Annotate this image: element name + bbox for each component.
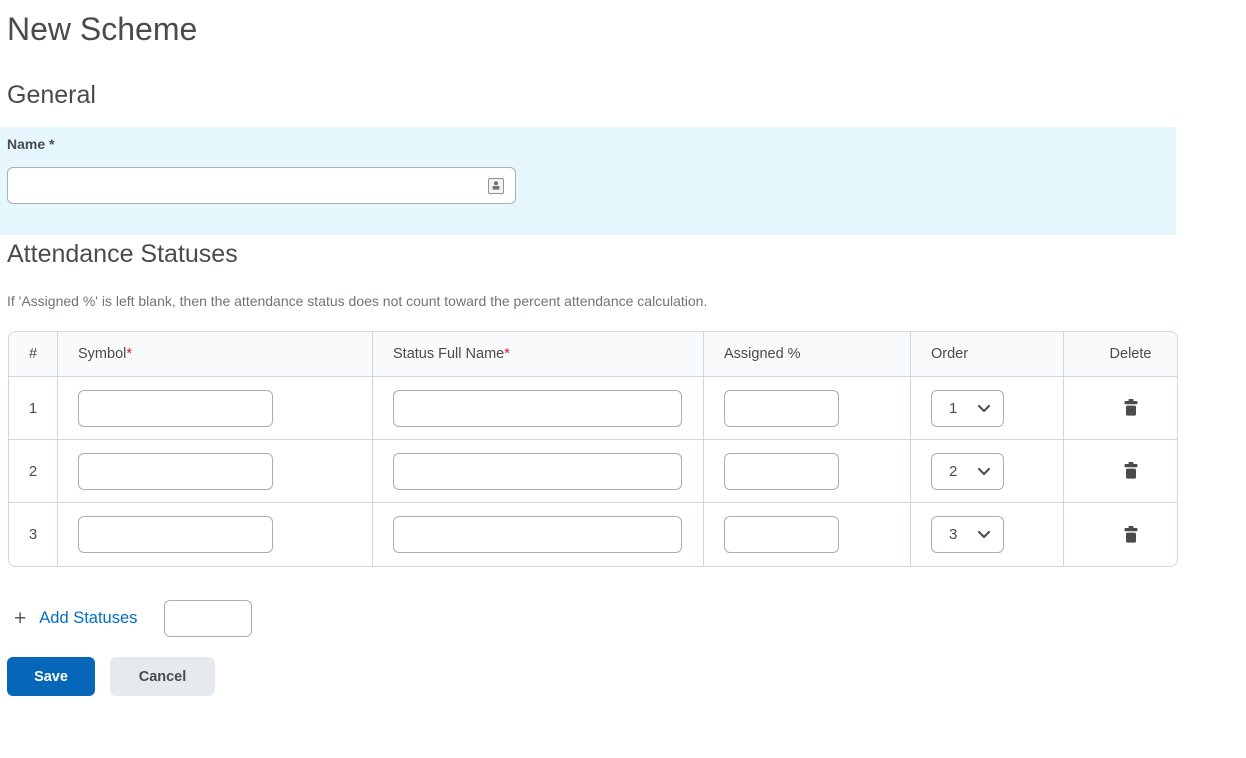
- attendance-statuses-table: # Symbol* Status Full Name* Assigned % O…: [8, 331, 1178, 567]
- column-header-number: #: [9, 332, 58, 377]
- row-number: 1: [9, 377, 58, 440]
- assigned-percent-input-1[interactable]: [724, 390, 839, 427]
- autofill-glyph: [492, 181, 500, 190]
- delete-row-button-3[interactable]: [1120, 522, 1142, 547]
- name-input[interactable]: [7, 167, 516, 204]
- trash-icon: [1124, 399, 1138, 416]
- order-select-2[interactable]: 2: [931, 453, 1004, 490]
- status-row-1: 1 1: [9, 377, 1177, 440]
- attendance-statuses-heading: Attendance Statuses: [7, 239, 1246, 269]
- assigned-percent-input-2[interactable]: [724, 453, 839, 490]
- symbol-input-2[interactable]: [78, 453, 273, 490]
- status-row-3: 3 3: [9, 503, 1177, 566]
- cancel-button[interactable]: Cancel: [110, 657, 215, 696]
- delete-row-button-2[interactable]: [1120, 458, 1142, 483]
- column-header-assigned-percent: Assigned %: [704, 332, 911, 377]
- row-number: 3: [9, 503, 58, 566]
- status-row-2: 2 2: [9, 440, 1177, 503]
- save-button[interactable]: Save: [7, 657, 95, 696]
- status-full-name-input-2[interactable]: [393, 453, 682, 490]
- row-number: 2: [9, 440, 58, 503]
- name-input-wrap: [7, 167, 516, 204]
- column-header-label: Order: [931, 346, 968, 362]
- symbol-input-3[interactable]: [78, 516, 273, 553]
- order-select-value: 2: [949, 463, 957, 480]
- column-header-symbol: Symbol*: [58, 332, 373, 377]
- delete-row-button-1[interactable]: [1120, 395, 1142, 420]
- order-select-3[interactable]: 3: [931, 516, 1004, 553]
- trash-icon: [1124, 526, 1138, 543]
- name-field-panel: Name *: [0, 127, 1176, 235]
- status-full-name-input-1[interactable]: [393, 390, 682, 427]
- order-select-value: 1: [949, 400, 957, 417]
- help-text: If 'Assigned %' is left blank, then the …: [7, 293, 1246, 309]
- column-header-delete: Delete: [1064, 332, 1177, 377]
- add-statuses-count-input[interactable]: [164, 600, 252, 637]
- required-mark: *: [504, 346, 510, 362]
- column-header-order: Order: [911, 332, 1064, 377]
- new-scheme-page: New Scheme General Name * Attendance Sta…: [0, 10, 1246, 758]
- general-heading: General: [7, 80, 1246, 110]
- trash-icon: [1124, 462, 1138, 479]
- page-title: New Scheme: [7, 10, 1246, 48]
- chevron-down-icon: [978, 531, 990, 538]
- chevron-down-icon: [978, 468, 990, 475]
- symbol-input-1[interactable]: [78, 390, 273, 427]
- column-header-label: #: [29, 346, 37, 362]
- status-full-name-input-3[interactable]: [393, 516, 682, 553]
- column-header-status-full-name: Status Full Name*: [373, 332, 704, 377]
- order-select-value: 3: [949, 526, 957, 543]
- name-label-text: Name: [7, 136, 45, 152]
- name-required-mark: *: [49, 136, 54, 152]
- add-statuses-row: + Add Statuses: [14, 600, 1246, 637]
- form-actions: Save Cancel: [7, 657, 1246, 696]
- assigned-percent-input-3[interactable]: [724, 516, 839, 553]
- add-statuses-link[interactable]: Add Statuses: [39, 609, 137, 628]
- chevron-down-icon: [978, 405, 990, 412]
- column-header-label: Delete: [1110, 346, 1152, 362]
- autofill-indicator-icon[interactable]: [488, 178, 504, 194]
- column-header-label: Assigned %: [724, 346, 801, 362]
- plus-icon: +: [14, 608, 26, 629]
- table-header-row: # Symbol* Status Full Name* Assigned % O…: [9, 332, 1177, 377]
- column-header-label: Status Full Name: [393, 346, 504, 362]
- order-select-1[interactable]: 1: [931, 390, 1004, 427]
- required-mark: *: [126, 346, 132, 362]
- name-label: Name *: [7, 136, 54, 152]
- column-header-label: Symbol: [78, 346, 126, 362]
